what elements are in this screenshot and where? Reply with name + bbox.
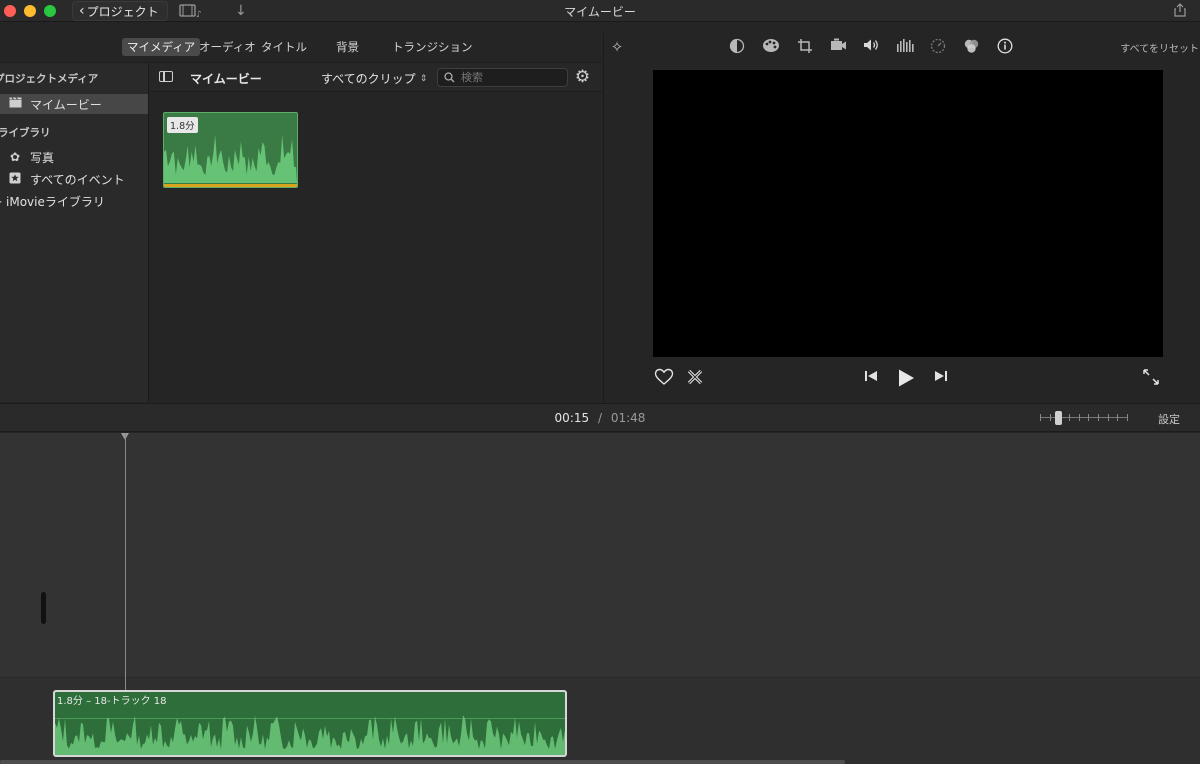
video-viewer <box>653 70 1163 357</box>
current-time: 00:15 <box>554 411 590 425</box>
window-title: マイムービー <box>564 5 636 19</box>
timecode-display: 00:15 / 01:48 <box>0 411 1200 425</box>
color-balance-icon[interactable] <box>727 38 747 56</box>
thumbnail-favorite-bar <box>164 184 297 187</box>
sidebar-item-all-events[interactable]: すべてのイベント <box>0 169 148 189</box>
stabilization-camera-icon[interactable] <box>828 38 848 56</box>
gear-icon[interactable]: ⚙ <box>573 68 592 87</box>
search-input[interactable] <box>461 71 561 84</box>
timecode-separator: / <box>597 411 603 425</box>
sidebar-item-photos-label: 写真 <box>30 150 55 165</box>
info-icon[interactable] <box>995 38 1015 56</box>
color-palette-icon[interactable] <box>761 38 781 56</box>
zoom-slider-tick <box>1127 414 1128 421</box>
sidebar-item-all-events-label: すべてのイベント <box>30 172 125 187</box>
skip-forward-icon[interactable] <box>934 368 948 388</box>
library-header: ライブラリ <box>0 127 51 139</box>
viewer-panel: ✧ すべてをリセット <box>603 33 1200 402</box>
clip-filter-select[interactable]: すべてのクリップ ⇕ <box>321 70 427 87</box>
favorite-heart-icon[interactable] <box>654 368 674 391</box>
play-button[interactable] <box>897 368 915 393</box>
zoom-slider-tick <box>1117 414 1118 421</box>
speed-gauge-icon[interactable] <box>928 38 948 56</box>
sidebar-toggle-icon[interactable] <box>159 71 173 82</box>
timeline-header: 00:15 / 01:48 設定 <box>0 403 1200 432</box>
tab-audio[interactable]: オーディオ <box>194 38 261 56</box>
up-down-chevron-icon: ⇕ <box>419 73 428 84</box>
thumbnail-duration-badge: 1.8分 <box>167 117 198 133</box>
zoom-slider-tick <box>1098 414 1099 421</box>
project-media-header: プロジェクトメディア <box>0 73 99 85</box>
reject-x-icon[interactable] <box>686 368 704 391</box>
horizontal-scrollbar[interactable] <box>0 760 845 764</box>
zoom-slider-tick <box>1088 414 1089 421</box>
zoom-slider-tick <box>1108 414 1109 421</box>
zoom-slider-tick <box>1040 414 1041 421</box>
fullscreen-expand-icon[interactable] <box>1142 368 1160 391</box>
libraries-sidebar: プロジェクトメディア マイムービー ライブラリ ✿ 写真 すべてのイベント ▸ … <box>0 62 149 402</box>
zoom-slider-track <box>1040 417 1128 418</box>
audio-clip-label: 1.8分 – 18-トラック 18 <box>57 696 167 707</box>
sidebar-item-imovie-library-label: iMovieライブラリ <box>6 194 105 209</box>
skip-back-icon[interactable] <box>864 368 878 388</box>
clip-filter-label: すべてのクリップ <box>321 72 416 86</box>
timeline-scroll-handle[interactable] <box>41 592 46 624</box>
timeline-settings-button[interactable]: 設定 <box>1158 411 1180 427</box>
crop-icon[interactable] <box>795 38 815 56</box>
timeline[interactable]: 1.8分 – 18-トラック 18 <box>0 433 1200 764</box>
timeline-audio-clip[interactable]: 1.8分 – 18-トラック 18 <box>53 690 567 757</box>
tab-transitions[interactable]: トランジション <box>387 38 478 56</box>
media-browser-title: マイムービー <box>190 72 262 86</box>
sidebar-item-imovie-library[interactable]: ▸ iMovieライブラリ <box>0 191 148 211</box>
zoom-slider-tick <box>1050 414 1051 421</box>
playhead-line[interactable] <box>125 433 126 693</box>
audio-clip-waveform <box>55 715 565 755</box>
zoom-slider-knob[interactable] <box>1055 411 1062 425</box>
filter-circles-icon[interactable] <box>961 38 981 56</box>
equalizer-icon[interactable] <box>895 38 915 56</box>
photos-flower-icon: ✿ <box>9 150 21 164</box>
star-box-icon <box>8 172 22 187</box>
tab-backgrounds[interactable]: 背景 <box>331 38 364 56</box>
total-duration: 01:48 <box>610 411 646 425</box>
sidebar-item-photos[interactable]: ✿ 写真 <box>0 147 148 167</box>
tab-titles[interactable]: タイトル <box>256 38 312 56</box>
media-browser: マイムービー すべてのクリップ ⇕ ⚙ 1.8分 <box>150 62 602 402</box>
share-icon[interactable] <box>1174 3 1186 21</box>
title-bar: ‹ プロジェクト ♪ ↓ マイムービー <box>0 0 1200 22</box>
sidebar-item-my-movie-label: マイムービー <box>30 97 102 112</box>
tab-my-media[interactable]: マイメディア <box>122 38 201 56</box>
adjustment-toolbar: ✧ すべてをリセット <box>604 33 1200 61</box>
sidebar-item-my-movie[interactable]: マイムービー <box>0 94 148 114</box>
volume-icon[interactable] <box>862 38 882 56</box>
search-field[interactable] <box>437 68 568 87</box>
clapperboard-icon <box>8 97 22 111</box>
audio-clip-thumbnail[interactable]: 1.8分 <box>163 112 298 188</box>
reset-all-button[interactable]: すべてをリセット <box>1120 40 1199 55</box>
timeline-zoom-slider[interactable] <box>1040 411 1128 425</box>
media-toolbar: マイムービー すべてのクリップ ⇕ ⚙ <box>150 63 602 92</box>
zoom-slider-tick <box>1069 414 1070 421</box>
thumbnail-waveform <box>164 134 297 183</box>
magic-wand-icon[interactable]: ✧ <box>607 38 627 56</box>
search-icon <box>444 72 455 83</box>
browser-tabs: マイメディア オーディオ タイトル 背景 トランジション <box>0 34 602 58</box>
zoom-slider-tick <box>1079 414 1080 421</box>
